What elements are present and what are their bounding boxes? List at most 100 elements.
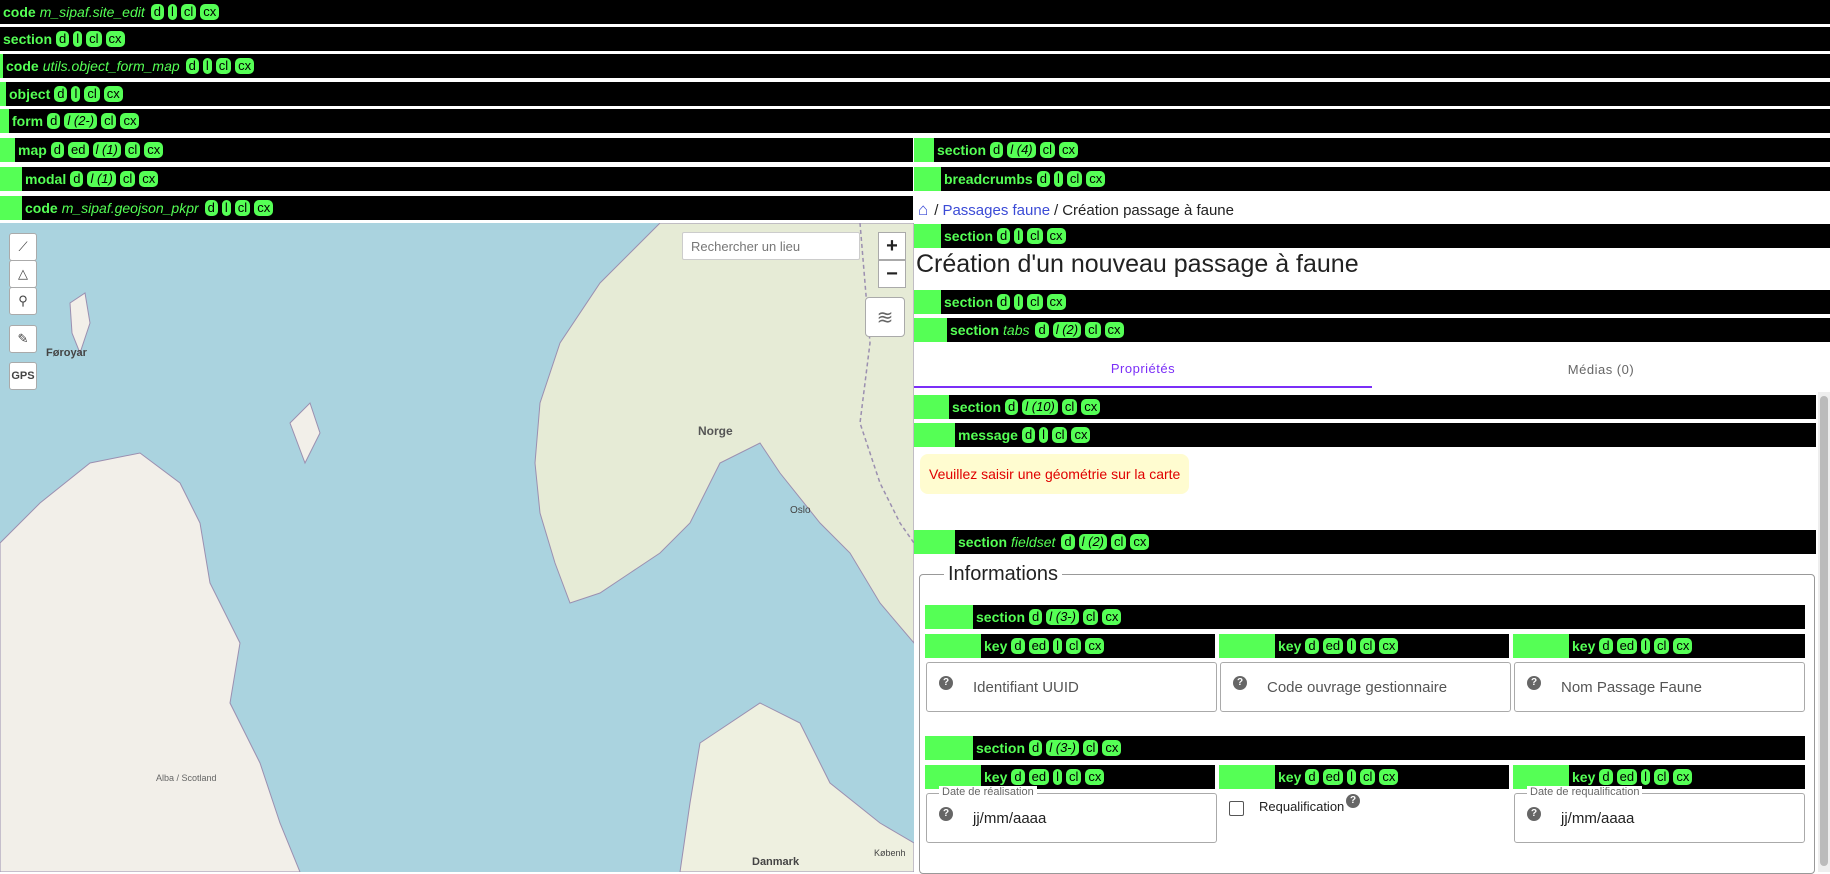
- bar-pill-d[interactable]: d: [990, 142, 1004, 158]
- bar-pill-d[interactable]: d: [1011, 638, 1025, 654]
- home-icon[interactable]: ⌂: [918, 200, 928, 220]
- date-realisation-field[interactable]: Date de réalisation ? jj/mm/aaaa: [926, 786, 1217, 843]
- bar-pill-cx[interactable]: cx: [1059, 142, 1079, 158]
- bar-pill-d[interactable]: d: [70, 171, 84, 187]
- bar-pill-d[interactable]: d: [54, 86, 68, 102]
- bar-pill-l[interactable]: l: [1641, 769, 1650, 785]
- bar-pill-cl[interactable]: cl: [215, 58, 232, 74]
- bar-pill-d[interactable]: d: [1599, 769, 1613, 785]
- bar-pill-cl[interactable]: cl: [1027, 294, 1043, 310]
- bar-pill-cx[interactable]: cx: [1085, 638, 1105, 654]
- bar-pill-cl[interactable]: cl: [101, 113, 117, 129]
- bar-pill-l[interactable]: l (2): [1078, 534, 1107, 550]
- bar-pill-cx[interactable]: cx: [200, 4, 220, 20]
- scrollbar-thumb[interactable]: [1820, 396, 1828, 866]
- bar-pill-ed[interactable]: ed: [1028, 769, 1050, 785]
- bar-pill-cl[interactable]: cl: [234, 200, 251, 216]
- bar-pill-cl[interactable]: cl: [1653, 769, 1670, 785]
- help-icon[interactable]: ?: [939, 807, 953, 821]
- help-icon[interactable]: ?: [939, 676, 953, 690]
- bar-pill-cl[interactable]: cl: [1052, 427, 1068, 443]
- bar-pill-cl[interactable]: cl: [1359, 638, 1376, 654]
- bar-pill-cl[interactable]: cl: [124, 142, 141, 158]
- draw-polyline-tool[interactable]: ⟋: [9, 233, 37, 261]
- bar-pill-l[interactable]: l: [71, 86, 81, 102]
- bar-pill-l[interactable]: l: [1641, 638, 1650, 654]
- bar-pill-l[interactable]: l: [1053, 171, 1063, 187]
- map-search-input[interactable]: Rechercher un lieu: [682, 232, 860, 260]
- bar-pill-d[interactable]: d: [1035, 322, 1049, 338]
- bar-pill-d[interactable]: d: [997, 294, 1011, 310]
- bar-pill-l[interactable]: l (4): [1007, 142, 1036, 158]
- draw-polygon-tool[interactable]: △: [9, 260, 37, 288]
- bar-pill-cl[interactable]: cl: [119, 171, 136, 187]
- bar-pill-cl[interactable]: cl: [1061, 399, 1078, 415]
- bar-pill-cx[interactable]: cx: [1046, 294, 1066, 310]
- bar-pill-d[interactable]: d: [1036, 171, 1050, 187]
- bar-pill-cx[interactable]: cx: [1379, 769, 1399, 785]
- bar-pill-cl[interactable]: cl: [1653, 638, 1670, 654]
- bar-pill-ed[interactable]: ed: [1028, 638, 1050, 654]
- bar-pill-cl[interactable]: cl: [1027, 228, 1043, 244]
- help-icon[interactable]: ?: [1527, 807, 1541, 821]
- help-icon[interactable]: ?: [1233, 676, 1247, 690]
- bar-pill-ed[interactable]: ed: [1616, 638, 1638, 654]
- bar-pill-d[interactable]: d: [150, 4, 164, 20]
- edit-geometry-tool[interactable]: ✎: [9, 325, 37, 353]
- bar-pill-l[interactable]: l: [1053, 769, 1062, 785]
- bar-pill-cl[interactable]: cl: [1085, 322, 1101, 338]
- scrollbar[interactable]: [1818, 392, 1830, 872]
- bar-pill-ed[interactable]: ed: [1616, 769, 1638, 785]
- bar-pill-l[interactable]: l (10): [1022, 399, 1058, 415]
- bar-pill-d[interactable]: d: [56, 31, 70, 47]
- bar-pill-ed[interactable]: ed: [1322, 769, 1344, 785]
- bar-pill-l[interactable]: l: [167, 4, 177, 20]
- requalification-checkbox[interactable]: [1229, 801, 1244, 816]
- bar-pill-d[interactable]: d: [1305, 769, 1319, 785]
- bar-pill-cx[interactable]: cx: [120, 113, 140, 129]
- gps-button[interactable]: GPS: [9, 362, 37, 390]
- bar-pill-cl[interactable]: cl: [86, 31, 102, 47]
- tab-proprietes[interactable]: Propriétés: [914, 350, 1372, 388]
- bar-pill-ed[interactable]: ed: [1322, 638, 1344, 654]
- uuid-field[interactable]: ? Identifiant UUID: [926, 662, 1217, 712]
- bar-pill-cx[interactable]: cx: [103, 86, 123, 102]
- bar-pill-d[interactable]: d: [47, 113, 61, 129]
- bar-pill-cx[interactable]: cx: [139, 171, 159, 187]
- bar-pill-cx[interactable]: cx: [1104, 322, 1124, 338]
- bar-pill-cx[interactable]: cx: [1130, 534, 1150, 550]
- bar-pill-cl[interactable]: cl: [1065, 769, 1082, 785]
- bar-pill-cx[interactable]: cx: [1081, 399, 1101, 415]
- bar-pill-d[interactable]: d: [1029, 609, 1043, 625]
- bar-pill-cx[interactable]: cx: [1071, 427, 1091, 443]
- bar-pill-d[interactable]: d: [997, 228, 1011, 244]
- bar-pill-d[interactable]: d: [1011, 769, 1025, 785]
- bar-pill-d[interactable]: d: [1305, 638, 1319, 654]
- bar-pill-d[interactable]: d: [1021, 427, 1036, 443]
- zoom-in-button[interactable]: +: [878, 232, 906, 260]
- help-icon[interactable]: ?: [1527, 676, 1541, 690]
- bar-pill-cx[interactable]: cx: [1102, 740, 1122, 756]
- bar-pill-d[interactable]: d: [1061, 534, 1075, 550]
- bar-pill-l[interactable]: l: [1014, 294, 1024, 310]
- date-requalification-field[interactable]: Date de requalification ? jj/mm/aaaa: [1514, 786, 1805, 843]
- bar-pill-cl[interactable]: cl: [1082, 740, 1099, 756]
- bar-pill-cx[interactable]: cx: [1673, 638, 1693, 654]
- bar-pill-d[interactable]: d: [1005, 399, 1019, 415]
- bar-pill-cx[interactable]: cx: [1102, 609, 1122, 625]
- bar-pill-cl[interactable]: cl: [1359, 769, 1376, 785]
- bar-pill-l[interactable]: l: [1039, 427, 1049, 443]
- bar-pill-l[interactable]: l: [1347, 638, 1356, 654]
- zoom-out-button[interactable]: −: [878, 260, 906, 288]
- bar-pill-d[interactable]: d: [1029, 740, 1043, 756]
- bar-pill-l[interactable]: l (2-): [64, 113, 98, 129]
- tab-medias[interactable]: Médias (0): [1372, 350, 1830, 388]
- bar-pill-cl[interactable]: cl: [1065, 638, 1082, 654]
- bar-pill-cl[interactable]: cl: [1066, 171, 1083, 187]
- bar-pill-cx[interactable]: cx: [1086, 171, 1106, 187]
- bar-pill-cx[interactable]: cx: [105, 31, 125, 47]
- place-marker-tool[interactable]: ⚲: [9, 287, 37, 315]
- bar-pill-cl[interactable]: cl: [1039, 142, 1056, 158]
- bar-pill-l[interactable]: l: [221, 200, 231, 216]
- bar-pill-l[interactable]: l: [1053, 638, 1062, 654]
